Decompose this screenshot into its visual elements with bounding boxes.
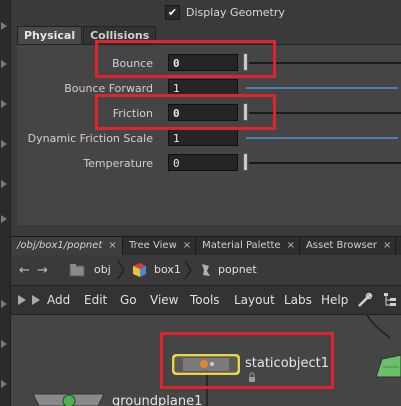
tab-label: Material Palette <box>202 240 281 251</box>
expand-arrow-icon[interactable] <box>1 22 7 30</box>
node-flag-left <box>175 357 183 372</box>
expand-arrow-icon[interactable] <box>1 140 7 148</box>
expand-arrow-icon[interactable] <box>1 340 7 348</box>
menu-go[interactable]: Go <box>120 293 137 307</box>
groundplane1-label: groundplane1 <box>112 394 203 406</box>
friction-highlight-box <box>95 94 276 130</box>
temperature-label: Temperature <box>83 157 153 170</box>
forward-arrow-icon[interactable]: → <box>37 263 48 278</box>
tab-tree-view[interactable]: Tree View × <box>123 237 197 255</box>
expand-arrow-icon[interactable] <box>1 60 7 68</box>
dynamic-friction-scale-label: Dynamic Friction Scale <box>27 132 153 145</box>
ground-plane-icon <box>62 394 76 406</box>
close-icon[interactable]: × <box>108 237 116 255</box>
menu-labs[interactable]: Labs <box>284 293 312 307</box>
tab-label: Asset Browser <box>305 240 378 251</box>
node-output-dot <box>210 362 214 366</box>
temperature-field[interactable]: 0 <box>168 154 238 171</box>
menu-edit[interactable]: Edit <box>84 293 107 307</box>
crumb-obj[interactable]: obj <box>94 259 111 281</box>
temperature-slider-handle[interactable] <box>243 153 248 171</box>
box-object-icon <box>133 263 146 277</box>
expand-arrow-icon[interactable] <box>1 215 7 223</box>
crumb-box1[interactable]: box1 <box>154 259 181 281</box>
static-object-icon <box>200 360 208 368</box>
expand-arrow-icon[interactable] <box>1 300 7 308</box>
expand-arrow-icon[interactable] <box>1 380 7 388</box>
network-view[interactable]: staticobject1 groundplane1 <box>11 315 401 406</box>
menu-layout[interactable]: Layout <box>234 293 275 307</box>
staticobject1-label: staticobject1 <box>245 356 330 371</box>
menu-help[interactable]: Help <box>321 293 348 307</box>
close-icon[interactable]: × <box>383 237 391 255</box>
tab-popnet-path[interactable]: /obj/box1/popnet × <box>11 237 123 255</box>
back-arrow-icon[interactable]: ← <box>19 263 30 278</box>
close-icon[interactable]: × <box>287 237 295 255</box>
checkmark-icon[interactable]: ✔ <box>165 4 180 20</box>
node-wire <box>366 315 391 339</box>
display-geometry-label: Display Geometry <box>186 5 285 19</box>
pop-network-icon <box>202 264 210 276</box>
expand-arrow-icon[interactable] <box>1 100 7 108</box>
green-node[interactable] <box>375 354 401 378</box>
tools-wrench-icon[interactable] <box>357 292 373 308</box>
crumb-popnet[interactable]: popnet <box>218 259 257 281</box>
node-flag-right <box>229 357 237 372</box>
bounce-forward-slider-track[interactable] <box>246 87 398 89</box>
temperature-slider-track[interactable] <box>249 162 401 164</box>
close-icon[interactable]: × <box>183 237 191 255</box>
lock-icon <box>249 377 255 382</box>
network-path-bar: ← → obj box1 popnet <box>11 255 401 286</box>
pane-tab-bar: /obj/box1/popnet × Tree View × Material … <box>11 236 401 255</box>
tab-physical[interactable]: Physical <box>17 26 83 45</box>
dynamic-friction-scale-field[interactable]: 1 <box>168 129 238 146</box>
display-geometry-toggle[interactable]: ✔ Display Geometry <box>165 4 285 20</box>
tab-material-palette[interactable]: Material Palette × <box>196 237 300 255</box>
tree-list-icon[interactable] <box>383 292 397 308</box>
tab-asset-browser[interactable]: Asset Browser × <box>300 237 397 255</box>
menu-arrow-icon[interactable] <box>17 294 27 306</box>
chevron-right-icon <box>184 260 192 280</box>
menu-add[interactable]: Add <box>47 293 70 307</box>
network-canvas <box>32 315 401 406</box>
menu-tools[interactable]: Tools <box>190 293 220 307</box>
chevron-right-icon <box>117 260 125 280</box>
menu-view[interactable]: View <box>150 293 178 307</box>
left-toolbar-strip <box>0 0 11 406</box>
folder-icon <box>69 264 85 277</box>
dynamic-friction-scale-slider-track[interactable] <box>246 137 398 139</box>
tab-label: Tree View <box>129 240 177 251</box>
bounce-highlight-box <box>95 40 276 78</box>
expand-arrow-icon[interactable] <box>1 180 7 188</box>
menu-arrow-icon[interactable] <box>31 294 41 306</box>
tab-label: /obj/box1/popnet <box>17 240 103 251</box>
network-menu-bar: Add Edit Go View Tools Layout Labs Help <box>11 286 401 315</box>
lock-shackle <box>249 372 255 377</box>
